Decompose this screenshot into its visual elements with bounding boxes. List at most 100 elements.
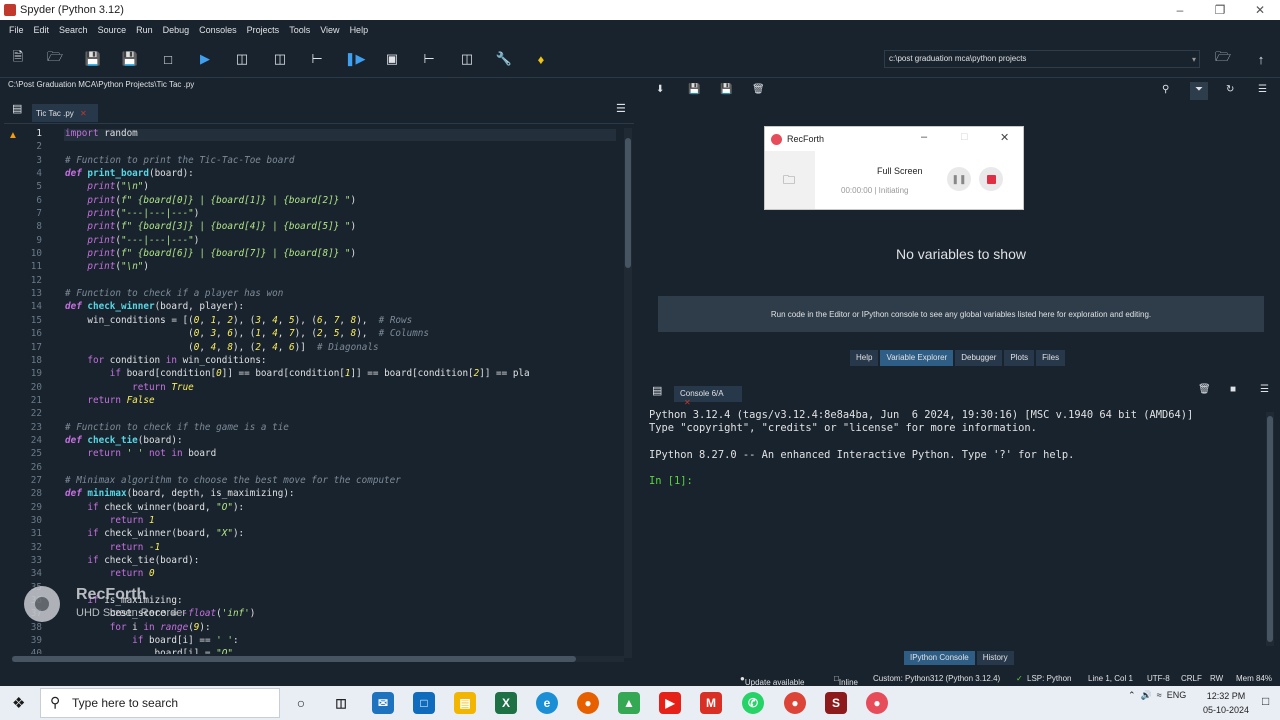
code-line[interactable]: 15 win_conditions = [(0, 1, 2), (3, 4, 5… xyxy=(4,315,616,328)
save-data-as-icon[interactable]: 💾 xyxy=(720,84,732,95)
menu-debug[interactable]: Debug xyxy=(158,25,195,35)
file-explorer-icon[interactable]: ▤ xyxy=(454,692,476,714)
run-icon[interactable]: ▶ xyxy=(196,50,214,68)
menu-projects[interactable]: Projects xyxy=(242,25,285,35)
code-line[interactable]: 12 xyxy=(4,275,616,288)
open-folder-icon[interactable]: 🗁 xyxy=(46,49,64,68)
code-line[interactable]: 4 def print_board(board): xyxy=(4,168,616,181)
close-tab-icon[interactable]: ✕ xyxy=(80,109,87,118)
code-line[interactable]: 6 print(f" {board[0]} | {board[1]} | {bo… xyxy=(4,195,616,208)
code-line[interactable]: 26 xyxy=(4,462,616,475)
debug-icon[interactable]: ❚▶ xyxy=(345,50,366,68)
pane-menu-icon[interactable]: ☰ xyxy=(1258,84,1267,95)
code-line[interactable]: 32 return -1 xyxy=(4,542,616,555)
rec-minimize-button[interactable]: – xyxy=(921,131,927,143)
new-window-icon[interactable]: □ xyxy=(159,50,177,68)
tab-variable-explorer[interactable]: Variable Explorer xyxy=(880,350,954,366)
firefox-icon[interactable]: ● xyxy=(577,692,599,714)
tab-files[interactable]: Files xyxy=(1036,350,1066,366)
editor-horizontal-scrollbar[interactable] xyxy=(12,656,624,662)
cortana-icon[interactable]: ○ xyxy=(290,692,312,714)
menu-consoles[interactable]: Consoles xyxy=(194,25,242,35)
interpreter-status[interactable]: Custom: Python312 (Python 3.12.4) xyxy=(873,674,1000,683)
code-line[interactable]: 16 (0, 3, 6), (1, 4, 7), (2, 5, 8), # Co… xyxy=(4,328,616,341)
refresh-icon[interactable]: ↻ xyxy=(1226,84,1234,95)
store-icon[interactable]: □ xyxy=(413,692,435,714)
code-line[interactable]: 38 for i in range(9): xyxy=(4,622,616,635)
code-line[interactable]: 17 (0, 4, 8), (2, 4, 6)] # Diagonals xyxy=(4,342,616,355)
code-line[interactable]: 30 return 1 xyxy=(4,515,616,528)
notifications-icon[interactable]: □ xyxy=(1262,694,1269,708)
code-line[interactable]: 31 if check_winner(board, "X"): xyxy=(4,528,616,541)
code-line[interactable]: 8 print(f" {board[3]} | {board[4]} | {bo… xyxy=(4,221,616,234)
code-line[interactable]: 29 if check_winner(board, "O"): xyxy=(4,502,616,515)
code-line[interactable]: 9 print("---|---|---") xyxy=(4,235,616,248)
menu-search[interactable]: Search xyxy=(54,25,93,35)
save-all-icon[interactable]: 💾 xyxy=(121,50,139,68)
recforth-taskbar-icon[interactable]: ● xyxy=(866,692,888,714)
menu-run[interactable]: Run xyxy=(131,25,158,35)
chrome-icon[interactable]: ● xyxy=(784,692,806,714)
edge-icon[interactable]: e xyxy=(536,692,558,714)
menu-edit[interactable]: Edit xyxy=(29,25,55,35)
pause-button[interactable]: ❚❚ xyxy=(947,167,971,191)
spyder-taskbar-icon[interactable]: S xyxy=(825,692,847,714)
close-console-icon[interactable]: ✕ xyxy=(684,398,691,407)
save-icon[interactable]: 💾 xyxy=(84,50,102,68)
windows-start-icon[interactable]: ❖ xyxy=(12,694,25,712)
code-line[interactable]: 27 # Minimax algorithm to choose the best… xyxy=(4,475,616,488)
volume-icon[interactable]: 🔊 xyxy=(1141,690,1152,700)
options-menu-icon[interactable]: ☰ xyxy=(616,102,626,115)
code-line[interactable]: 5 print("\n") xyxy=(4,181,616,194)
tab-debugger[interactable]: Debugger xyxy=(955,350,1003,366)
code-line[interactable]: 13 # Function to check if a player has wo… xyxy=(4,288,616,301)
python-icon[interactable]: ♦ xyxy=(532,50,550,68)
working-directory-input[interactable]: c:\post graduation mca\python projects xyxy=(884,50,1200,68)
code-line[interactable]: 22 xyxy=(4,408,616,421)
code-line[interactable]: 19 if board[condition[0]] == board[condi… xyxy=(4,368,616,381)
code-line[interactable]: 2 xyxy=(4,141,616,154)
minimize-window-button[interactable]: – xyxy=(1160,0,1200,20)
task-view-icon[interactable]: ◫ xyxy=(330,692,352,714)
code-line[interactable]: 10 print(f" {board[6]} | {board[7]} | {b… xyxy=(4,248,616,261)
search-icon[interactable]: ⚲ xyxy=(1162,84,1169,95)
profile-icon[interactable]: ⊢ xyxy=(420,50,438,68)
lsp-status[interactable]: LSP: Python xyxy=(1027,674,1071,683)
inline-status[interactable]: □ Inline xyxy=(834,674,858,687)
taskbar-clock[interactable]: 12:32 PM 05-10-2024 xyxy=(1196,689,1256,717)
up-directory-icon[interactable]: ↑ xyxy=(1252,50,1270,68)
gmail-icon[interactable]: M xyxy=(700,692,722,714)
wrench-icon[interactable]: 🔧 xyxy=(495,50,513,68)
console-scrollbar[interactable] xyxy=(1266,412,1274,646)
menu-help[interactable]: Help xyxy=(345,25,374,35)
console-browser-icon[interactable]: ▤ xyxy=(652,384,662,397)
chevron-down-icon[interactable]: ▾ xyxy=(1192,50,1204,68)
console-output[interactable]: Python 3.12.4 (tags/v3.12.4:8e8a4ba, Jun… xyxy=(649,409,1269,489)
wifi-icon[interactable]: ≈ xyxy=(1157,690,1162,700)
code-line[interactable]: 23 # Function to check if the game is a t… xyxy=(4,422,616,435)
console-prompt[interactable]: In [1]: xyxy=(649,475,1269,488)
tab-plots[interactable]: Plots xyxy=(1004,350,1035,366)
menu-tools[interactable]: Tools xyxy=(284,25,315,35)
save-data-icon[interactable]: 💾 xyxy=(688,84,700,95)
code-line[interactable]: 7 print("---|---|---") xyxy=(4,208,616,221)
folder-icon[interactable]: 🗀 xyxy=(783,171,795,192)
menu-view[interactable]: View xyxy=(315,25,344,35)
menu-source[interactable]: Source xyxy=(93,25,132,35)
code-line[interactable]: 21 return False xyxy=(4,395,616,408)
code-line[interactable]: 39 if board[i] == ' ': xyxy=(4,635,616,648)
code-line[interactable]: 40 board[i] = "O" xyxy=(4,648,616,654)
maximize-window-button[interactable]: ❐ xyxy=(1200,0,1240,20)
menu-file[interactable]: File xyxy=(4,25,29,35)
rec-maximize-button[interactable]: □ xyxy=(961,131,968,143)
browse-folder-icon[interactable]: 🗁 xyxy=(1214,49,1232,68)
new-file-icon[interactable]: 🗎 xyxy=(9,49,27,68)
editor-tab[interactable]: Tic Tac .py ✕ xyxy=(32,104,98,122)
language-indicator[interactable]: ENG xyxy=(1167,690,1187,700)
console-menu-icon[interactable]: ☰ xyxy=(1260,384,1269,395)
maximize-pane-icon[interactable]: ▣ xyxy=(383,50,401,68)
code-line[interactable]: 1 import random xyxy=(4,128,616,141)
youtube-icon[interactable]: ▶ xyxy=(659,692,681,714)
code-line[interactable]: 25 return ' ' not in board xyxy=(4,448,616,461)
layout-icon[interactable]: ◫ xyxy=(458,50,476,68)
